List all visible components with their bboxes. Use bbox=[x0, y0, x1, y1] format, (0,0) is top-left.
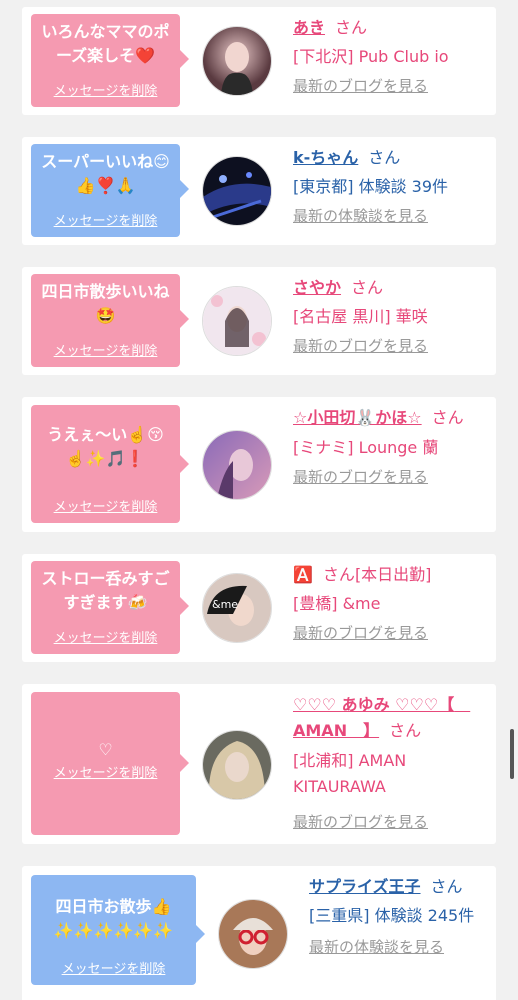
honorific: さん bbox=[389, 721, 422, 740]
message-text: 四日市散歩いいね🤩 bbox=[41, 282, 170, 325]
avatar[interactable] bbox=[202, 730, 272, 800]
svg-text:&me: &me bbox=[212, 598, 238, 611]
latest-blog-link[interactable]: 最新のブログを見る bbox=[293, 810, 488, 835]
avatar[interactable] bbox=[202, 156, 272, 226]
avatar[interactable]: &me bbox=[202, 573, 272, 643]
profile-info: ♡♡♡ あゆみ ♡♡♡【 AMAN 】さん [北浦和] AMAN KITAURA… bbox=[293, 692, 488, 835]
profile-info: サプライズ王子 さん [三重県] 体験談 245件 最新の体験談を見る bbox=[309, 874, 488, 960]
favorite-card: 四日市散歩いいね🤩 メッセージを削除 さやか さん [名古屋 黒川] 華咲 最新の… bbox=[22, 267, 496, 375]
honorific: さん bbox=[430, 877, 463, 896]
latest-review-link[interactable]: 最新の体験談を見る bbox=[293, 204, 488, 229]
latest-review-link[interactable]: 最新の体験談を見る bbox=[309, 935, 488, 960]
avatar[interactable] bbox=[218, 899, 288, 969]
avatar[interactable] bbox=[202, 26, 272, 96]
profile-name[interactable]: 🅰️ bbox=[293, 565, 313, 584]
honorific: さん bbox=[368, 148, 401, 167]
shop-info: [三重県] 体験談 245件 bbox=[309, 906, 475, 925]
profile-name[interactable]: ♡♡♡ あゆみ ♡♡♡【 AMAN 】 bbox=[293, 695, 470, 740]
bubble-tail bbox=[180, 310, 189, 328]
favorite-card: いろんなママのポーズ楽しそ❤️ メッセージを削除 あき さん [下北沢] Pub … bbox=[22, 7, 496, 115]
message-bubble: ストロー呑みすごすぎます🍻 メッセージを削除 bbox=[31, 561, 189, 654]
message-bubble: いろんなママのポーズ楽しそ❤️ メッセージを削除 bbox=[31, 14, 189, 107]
profile-info: ☆小田切🐰かほ☆ さん [ミナミ] Lounge 蘭 最新のブログを見る bbox=[293, 405, 488, 490]
bubble-tail bbox=[196, 925, 205, 943]
delete-message-link[interactable]: メッセージを削除 bbox=[31, 344, 180, 360]
bubble-tail bbox=[180, 455, 189, 473]
delete-message-link[interactable]: メッセージを削除 bbox=[31, 962, 196, 978]
delete-message-link[interactable]: メッセージを削除 bbox=[31, 214, 180, 230]
message-text: うえぇ〜い☝️😚☝️✨🎵❗️ bbox=[47, 425, 164, 468]
message-text: ♡ bbox=[98, 740, 113, 759]
message-bubble: 四日市散歩いいね🤩 メッセージを削除 bbox=[31, 274, 189, 367]
scrollbar[interactable] bbox=[510, 729, 514, 779]
favorite-card: スーパーいいね😊👍❣️🙏 メッセージを削除 k-ちゃん さん [東京都] 体験談 … bbox=[22, 137, 496, 245]
favorite-card: ストロー呑みすごすぎます🍻 メッセージを削除 &me 🅰️ さん[本日出勤] [豊… bbox=[22, 554, 496, 662]
delete-message-link[interactable]: メッセージを削除 bbox=[31, 84, 180, 100]
message-bubble: スーパーいいね😊👍❣️🙏 メッセージを削除 bbox=[31, 144, 189, 237]
latest-blog-link[interactable]: 最新のブログを見る bbox=[293, 621, 488, 646]
message-text: ストロー呑みすごすぎます🍻 bbox=[41, 569, 170, 612]
message-text: 四日市お散歩👍✨✨✨✨✨✨ bbox=[53, 897, 174, 940]
bubble-tail bbox=[180, 754, 189, 772]
shop-name: [豊橋] &me bbox=[293, 594, 381, 613]
latest-blog-link[interactable]: 最新のブログを見る bbox=[293, 465, 488, 490]
avatar[interactable] bbox=[202, 430, 272, 500]
message-bubble: うえぇ〜い☝️😚☝️✨🎵❗️ メッセージを削除 bbox=[31, 405, 189, 523]
honorific: さん bbox=[322, 565, 355, 584]
shop-name: [ミナミ] Lounge 蘭 bbox=[293, 438, 439, 457]
delete-message-link[interactable]: メッセージを削除 bbox=[31, 631, 180, 647]
favorite-card: 四日市お散歩👍✨✨✨✨✨✨ メッセージを削除 サプライズ王子 さん [三重県] 体… bbox=[22, 866, 496, 1000]
latest-blog-link[interactable]: 最新のブログを見る bbox=[293, 334, 488, 359]
honorific: さん bbox=[431, 408, 464, 427]
status-badge: [本日出勤] bbox=[354, 565, 432, 584]
favorite-card: うえぇ〜い☝️😚☝️✨🎵❗️ メッセージを削除 ☆小田切🐰かほ☆ さん [ミナミ]… bbox=[22, 397, 496, 532]
avatar[interactable] bbox=[202, 286, 272, 356]
shop-name: [名古屋 黒川] 華咲 bbox=[293, 307, 428, 326]
bubble-tail bbox=[180, 50, 189, 68]
shop-name: [北浦和] AMAN KITAURAWA bbox=[293, 751, 407, 796]
profile-name[interactable]: ☆小田切🐰かほ☆ bbox=[293, 408, 422, 427]
bubble-tail bbox=[180, 180, 189, 198]
profile-name[interactable]: k-ちゃん bbox=[293, 148, 358, 167]
delete-message-link[interactable]: メッセージを削除 bbox=[31, 500, 180, 516]
profile-name[interactable]: さやか bbox=[293, 278, 341, 297]
shop-name: [下北沢] Pub Club io bbox=[293, 47, 449, 66]
honorific: さん bbox=[335, 18, 368, 37]
honorific: さん bbox=[351, 278, 384, 297]
latest-blog-link[interactable]: 最新のブログを見る bbox=[293, 74, 488, 99]
message-text: スーパーいいね😊👍❣️🙏 bbox=[41, 152, 170, 195]
profile-info: 🅰️ さん[本日出勤] [豊橋] &me 最新のブログを見る bbox=[293, 562, 488, 646]
profile-info: さやか さん [名古屋 黒川] 華咲 最新のブログを見る bbox=[293, 275, 488, 359]
shop-info: [東京都] 体験談 39件 bbox=[293, 177, 449, 196]
delete-message-link[interactable]: メッセージを削除 bbox=[31, 766, 180, 782]
message-text: いろんなママのポーズ楽しそ❤️ bbox=[41, 22, 170, 65]
profile-name[interactable]: あき bbox=[293, 18, 325, 37]
message-bubble: 四日市お散歩👍✨✨✨✨✨✨ メッセージを削除 bbox=[31, 875, 205, 985]
profile-name[interactable]: サプライズ王子 bbox=[309, 877, 421, 896]
bubble-tail bbox=[180, 597, 189, 615]
profile-info: あき さん [下北沢] Pub Club io 最新のブログを見る bbox=[293, 15, 488, 99]
favorite-card: ♡ メッセージを削除 ♡♡♡ あゆみ ♡♡♡【 AMAN 】さん [北浦和] A… bbox=[22, 684, 496, 844]
message-bubble: ♡ メッセージを削除 bbox=[31, 692, 189, 835]
profile-info: k-ちゃん さん [東京都] 体験談 39件 最新の体験談を見る bbox=[293, 145, 488, 229]
